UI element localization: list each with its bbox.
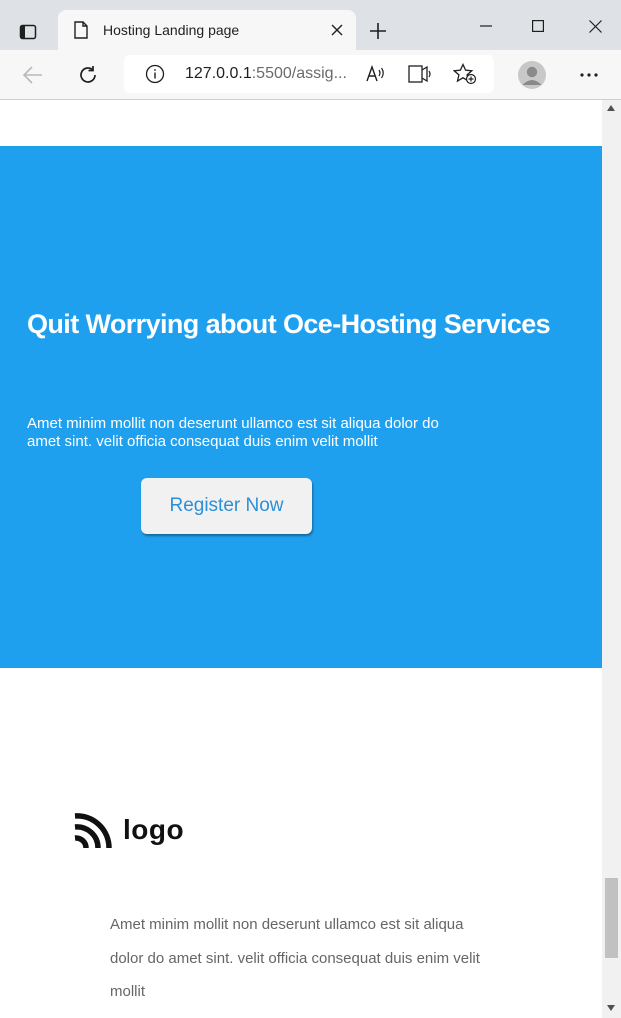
maximize-icon[interactable] <box>516 8 560 44</box>
immersive-reader-icon[interactable] <box>408 62 432 86</box>
close-icon[interactable] <box>322 15 352 45</box>
register-now-button[interactable]: Register Now <box>141 478 312 534</box>
browser-title-bar: Hosting Landing page <box>0 0 621 50</box>
favorites-star-icon[interactable] <box>453 62 477 86</box>
address-bar[interactable]: 127.0.0.1:5500/assig... <box>124 55 494 93</box>
page-icon <box>72 20 90 40</box>
scrollbar-thumb[interactable] <box>605 878 618 958</box>
tab-title: Hosting Landing page <box>103 22 240 38</box>
page-viewport: Quit Worrying about Oce-Hosting Services… <box>0 100 602 1018</box>
scroll-up-arrow-icon[interactable] <box>607 105 615 111</box>
profile-avatar-icon[interactable] <box>516 59 548 91</box>
refresh-icon[interactable] <box>72 59 104 91</box>
footer-description: Amet minim mollit non deserunt ullamco e… <box>110 916 480 1000</box>
info-icon[interactable] <box>143 62 167 86</box>
url-path: :5500/assig... <box>251 65 347 82</box>
logo-icon <box>74 813 112 849</box>
window-close-icon[interactable] <box>573 8 617 44</box>
more-dots-icon[interactable] <box>573 59 605 91</box>
hero-description: Amet minim mollit non deserunt ullamco e… <box>27 415 439 450</box>
read-aloud-icon[interactable] <box>364 62 388 86</box>
footer-logo[interactable]: logo <box>72 810 184 850</box>
plus-icon[interactable] <box>364 17 392 45</box>
logo-text: logo <box>123 814 185 845</box>
browser-tab[interactable]: Hosting Landing page <box>58 10 356 50</box>
back-arrow-icon[interactable] <box>17 59 49 91</box>
url-host: 127.0.0.1 <box>185 65 252 82</box>
url-text[interactable]: 127.0.0.1:5500/assig... <box>185 65 347 83</box>
tab-actions-icon[interactable] <box>10 14 46 50</box>
page-scrollbar[interactable] <box>602 100 621 1018</box>
scroll-down-arrow-icon[interactable] <box>607 1005 615 1011</box>
hero-section: Quit Worrying about Oce-Hosting Services… <box>0 146 602 668</box>
browser-toolbar: 127.0.0.1:5500/assig... <box>0 50 621 100</box>
minimize-icon[interactable] <box>464 8 508 44</box>
hero-title: Quit Worrying about Oce-Hosting Services <box>27 309 551 339</box>
